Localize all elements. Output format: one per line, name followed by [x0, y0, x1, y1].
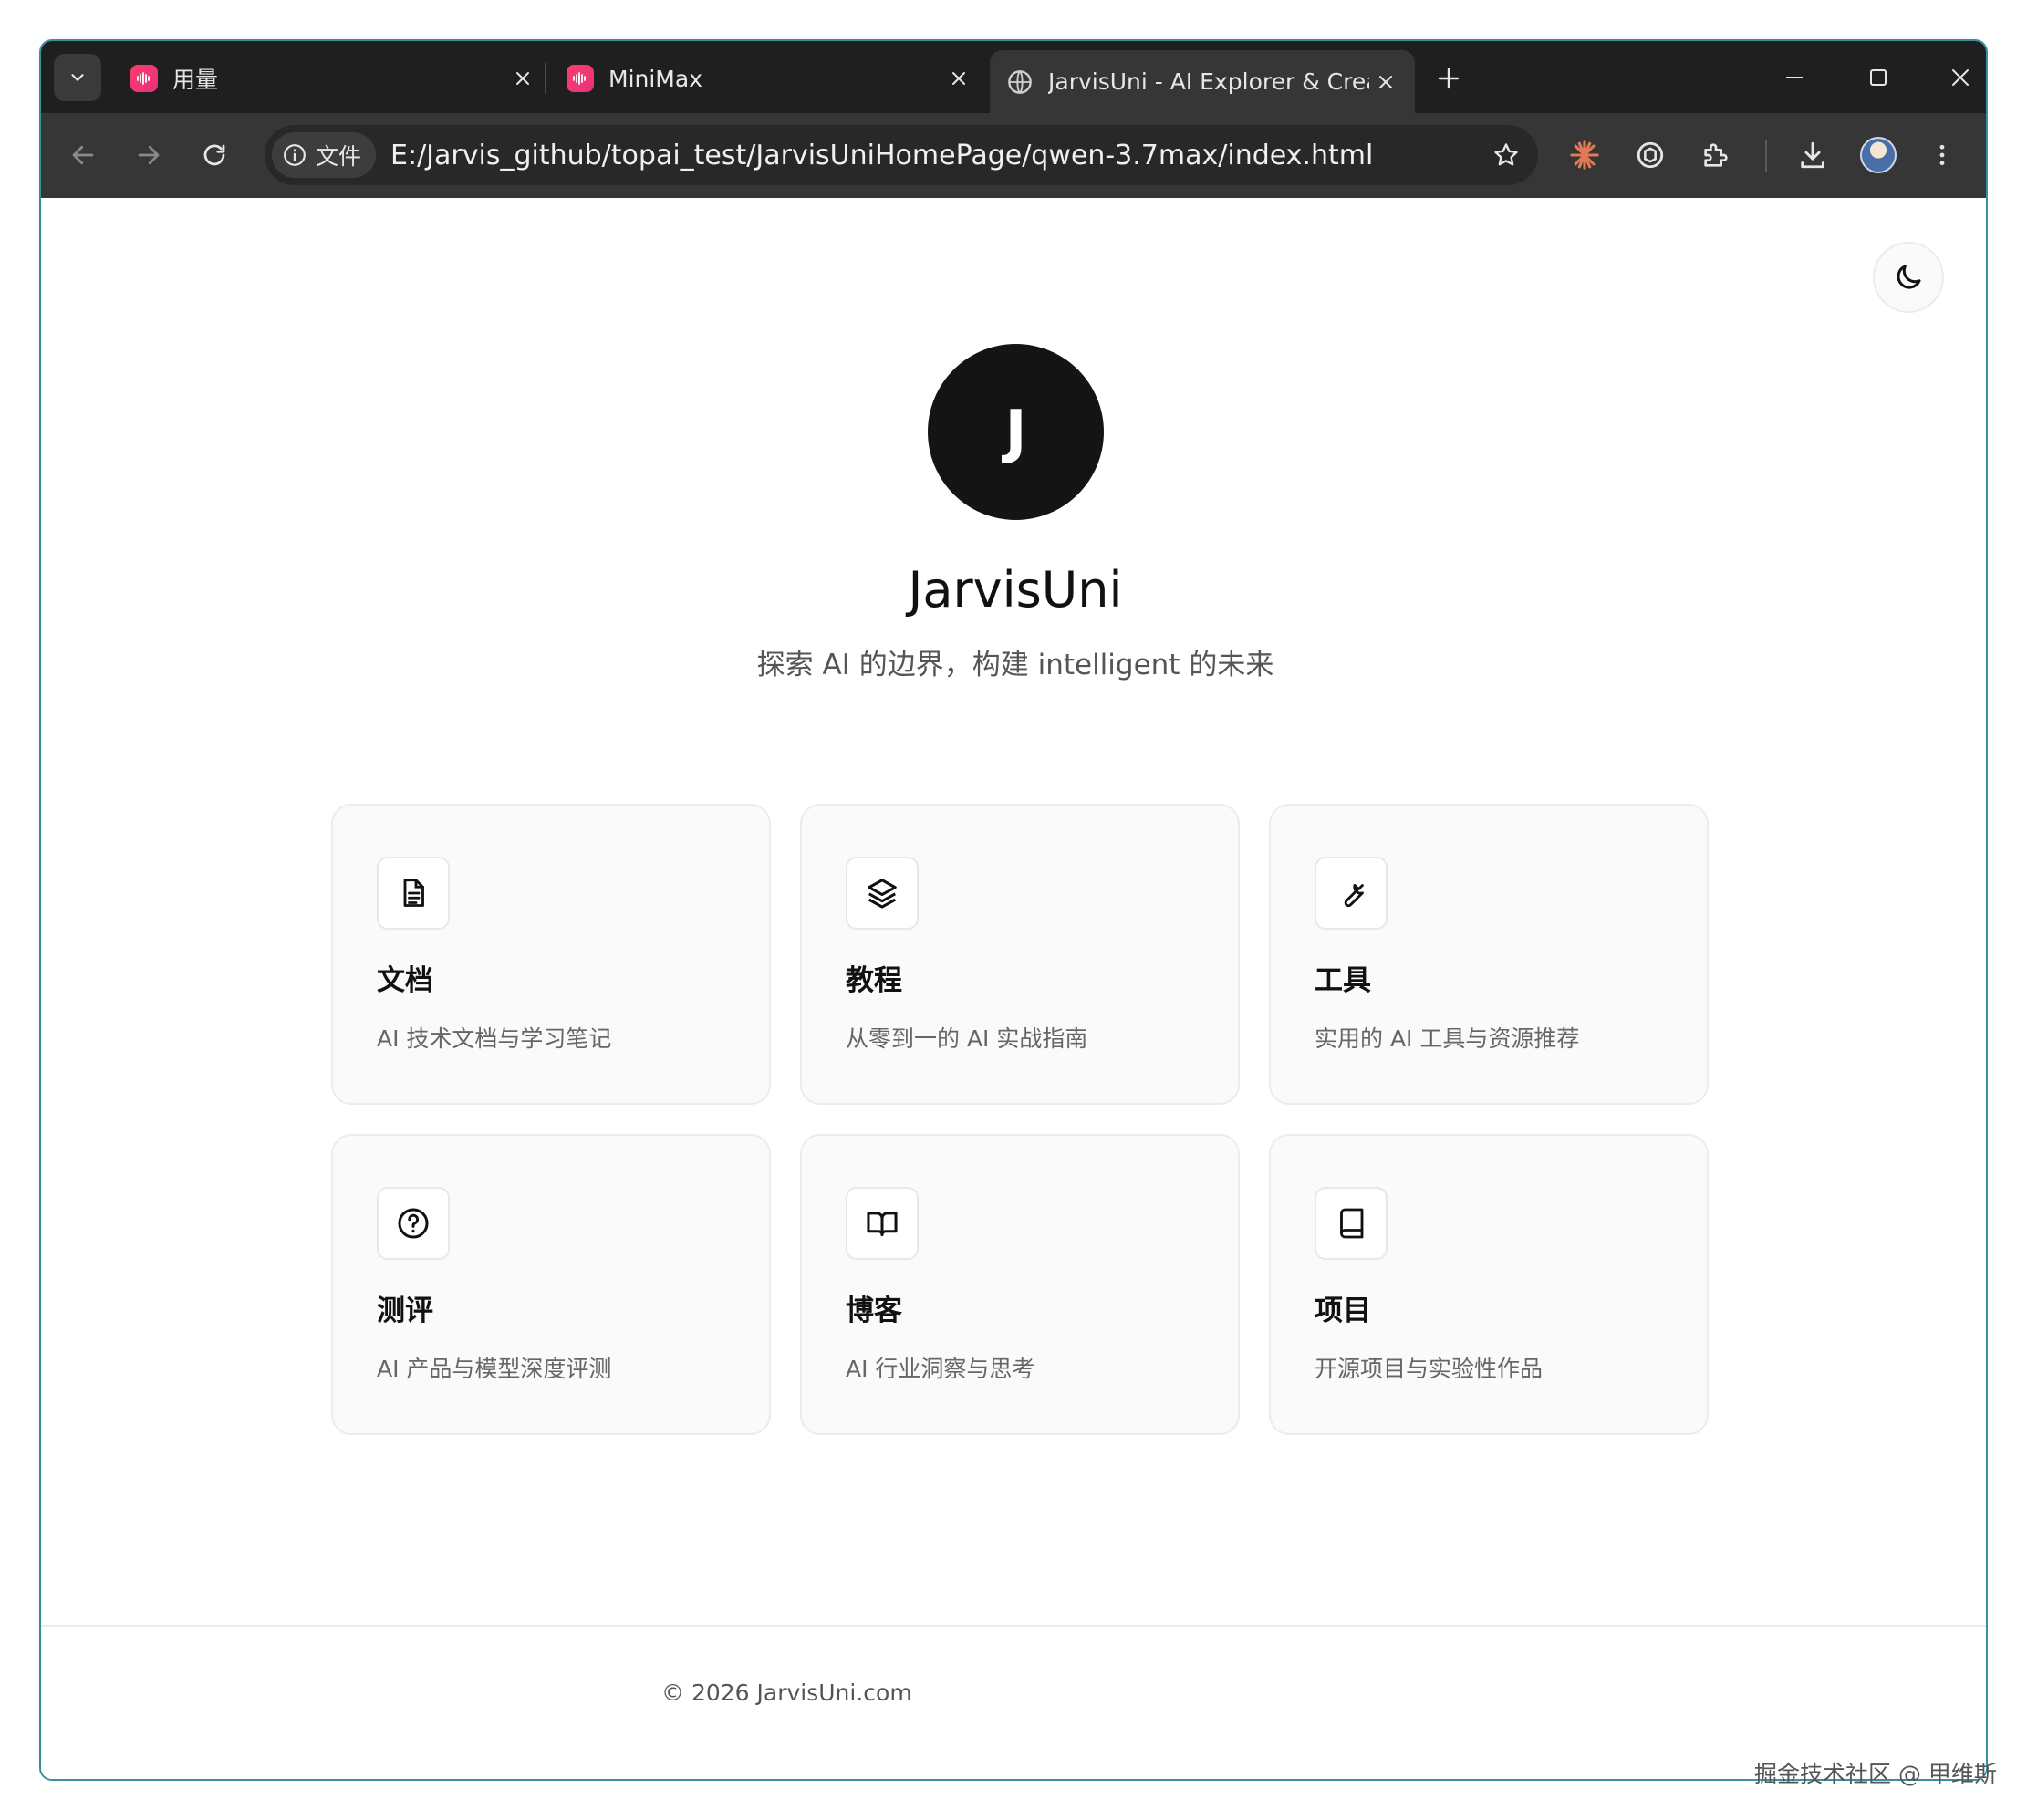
tab-separator: [545, 63, 546, 94]
info-icon: [284, 144, 306, 166]
plus-icon: [1438, 68, 1460, 89]
card-tools[interactable]: 工具 实用的 AI 工具与资源推荐: [1269, 804, 1709, 1105]
question-circle-icon: [398, 1208, 429, 1239]
download-icon: [1801, 141, 1824, 169]
reload-icon: [203, 144, 225, 166]
close-icon: [1379, 75, 1392, 88]
card-icon-box: [377, 1187, 450, 1260]
tab-title: MiniMax: [608, 65, 702, 92]
more-vertical-icon: [1939, 144, 1945, 166]
card-icon-box: [846, 1187, 919, 1260]
card-projects[interactable]: 项目 开源项目与实验性作品: [1269, 1134, 1709, 1435]
wrench-icon: [1344, 884, 1364, 908]
card-reviews[interactable]: 测评 AI 产品与模型深度评测: [331, 1134, 771, 1435]
minimize-button[interactable]: [1769, 54, 1820, 101]
book-icon: [1340, 1208, 1364, 1239]
toolbar-separator: [1765, 140, 1767, 172]
avatar: [1860, 137, 1897, 173]
extensions-button[interactable]: [1692, 131, 1740, 179]
sparkle-icon: [1570, 140, 1599, 170]
tab-search-button[interactable]: [54, 54, 101, 101]
minimax-icon: [567, 65, 594, 92]
card-description: AI 技术文档与学习笔记: [377, 1025, 612, 1052]
browser-toolbar: 文件 E:/Jarvis_github/topai_test/JarvisUni…: [41, 113, 1986, 198]
bookmark-button[interactable]: [1487, 136, 1525, 174]
document-icon: [403, 879, 424, 907]
page-title: JarvisUni: [908, 561, 1123, 619]
browser-window: 用量 MiniMax JarvisUni - AI Explorer & Cre…: [39, 39, 1988, 1781]
footer-copyright: © 2026 JarvisUni.com: [661, 1680, 912, 1706]
globe-icon: [1006, 68, 1034, 96]
tagline: 探索 AI 的边界，构建 intelligent 的未来: [756, 649, 1274, 681]
puzzle-icon: [1704, 143, 1728, 167]
claude-extension-button[interactable]: [1561, 131, 1608, 179]
card-description: AI 产品与模型深度评测: [377, 1356, 612, 1382]
theme-toggle-button[interactable]: [1873, 242, 1944, 313]
minimize-icon: [1786, 77, 1803, 78]
forward-button[interactable]: [125, 131, 172, 179]
card-docs[interactable]: 文档 AI 技术文档与学习笔记: [331, 804, 771, 1105]
card-icon-box: [1315, 857, 1388, 930]
tab-title: JarvisUni - AI Explorer & Crea: [1048, 68, 1369, 95]
tab-strip: 用量 MiniMax JarvisUni - AI Explorer & Cre…: [41, 41, 1986, 113]
maximize-icon: [1870, 69, 1887, 86]
maximize-button[interactable]: [1853, 54, 1904, 101]
logo-letter: J: [1004, 398, 1027, 466]
tab-usage[interactable]: 用量: [114, 50, 552, 107]
card-blog[interactable]: 博客 AI 行业洞察与思考: [800, 1134, 1240, 1435]
card-title: 博客: [846, 1295, 902, 1327]
chevron-down-icon: [71, 74, 84, 81]
minimax-icon: [130, 65, 158, 92]
site-info-chip[interactable]: 文件: [272, 132, 377, 178]
card-description: AI 行业洞察与思考: [846, 1356, 1035, 1382]
close-tab-button[interactable]: [942, 62, 975, 95]
star-icon: [1494, 143, 1518, 166]
tab-title: 用量: [172, 67, 219, 93]
tab-jarvisuni[interactable]: JarvisUni - AI Explorer & Crea: [990, 50, 1415, 113]
card-tutorials[interactable]: 教程 从零到一的 AI 实战指南: [800, 804, 1240, 1105]
card-icon-box: [1315, 1187, 1388, 1260]
card-description: 从零到一的 AI 实战指南: [846, 1025, 1088, 1052]
close-tab-button[interactable]: [506, 62, 539, 95]
moon-icon: [1897, 265, 1921, 289]
openai-icon: [1637, 141, 1664, 169]
arrow-left-icon: [72, 145, 94, 165]
url-text[interactable]: E:/Jarvis_github/topai_test/JarvisUniHom…: [390, 140, 1373, 172]
site-info-label: 文件: [316, 143, 362, 170]
address-bar[interactable]: 文件 E:/Jarvis_github/topai_test/JarvisUni…: [265, 125, 1538, 185]
card-icon-box: [846, 857, 919, 930]
card-icon-box: [377, 857, 450, 930]
layers-icon: [868, 879, 897, 909]
close-window-button[interactable]: [1935, 54, 1986, 101]
tab-minimax[interactable]: MiniMax: [550, 50, 988, 107]
watermark: 掘金技术社区 @ 甲维斯: [1754, 1761, 1997, 1787]
card-title: 文档: [377, 964, 433, 997]
card-title: 工具: [1315, 964, 1371, 997]
close-icon: [952, 72, 965, 85]
footer-divider: [41, 1625, 1986, 1627]
menu-button[interactable]: [1918, 131, 1966, 179]
openai-extension-button[interactable]: [1627, 131, 1674, 179]
new-tab-button[interactable]: [1428, 57, 1470, 99]
card-description: 实用的 AI 工具与资源推荐: [1315, 1025, 1580, 1052]
site-logo: J: [928, 344, 1104, 520]
card-title: 教程: [846, 964, 902, 997]
page-content: J JarvisUni 探索 AI 的边界，构建 intelligent 的未来…: [41, 198, 1986, 1779]
close-icon: [516, 72, 529, 85]
reload-button[interactable]: [191, 131, 238, 179]
card-description: 开源项目与实验性作品: [1315, 1356, 1544, 1382]
close-icon: [1952, 69, 1969, 86]
open-book-icon: [867, 1212, 898, 1237]
close-tab-button[interactable]: [1369, 66, 1402, 99]
card-title: 测评: [377, 1295, 433, 1327]
downloads-button[interactable]: [1789, 131, 1836, 179]
arrow-right-icon: [138, 145, 160, 165]
profile-button[interactable]: [1855, 131, 1902, 179]
back-button[interactable]: [59, 131, 107, 179]
card-title: 项目: [1315, 1295, 1371, 1327]
